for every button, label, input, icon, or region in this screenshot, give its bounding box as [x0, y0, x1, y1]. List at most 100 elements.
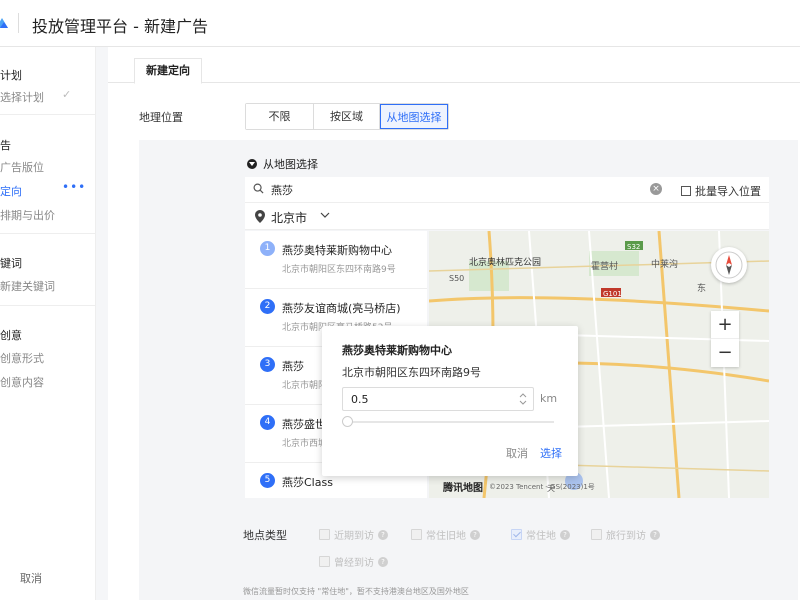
batch-import-label: 批量导入位置 — [695, 185, 761, 198]
map-copyright: ©2023 Tencent - GS(2023)1号 — [489, 482, 595, 491]
collapse-icon — [247, 159, 257, 169]
result-number: 2 — [260, 299, 275, 314]
map-footer: 腾讯地图 ©2023 Tencent - GS(2023)1号 — [443, 479, 595, 495]
city-selector[interactable]: 北京市 — [245, 203, 769, 230]
checkbox-box — [319, 529, 330, 540]
checkbox-old-residence[interactable]: 常住旧地 ? — [411, 527, 480, 542]
geo-option-by-region[interactable]: 按区域 — [314, 104, 380, 129]
checkbox-label: 旅行到访 — [606, 531, 646, 542]
logo-icon — [0, 18, 8, 28]
check-icon: ✓ — [62, 88, 72, 101]
location-type-note: 微信流量暂时仅支持 "常住地"，暂不支持港澳台地区及国外地区 — [243, 587, 469, 596]
zoom-control: + − — [711, 311, 739, 367]
geo-mode-selector: 不限 按区域 从地图选择 — [245, 103, 449, 130]
map-label-road-s32: S32 — [627, 243, 640, 251]
checkbox-residence[interactable]: 常住地 ? — [511, 527, 570, 542]
radius-slider-track[interactable] — [344, 421, 554, 423]
location-pin-icon — [255, 210, 265, 223]
checkbox-label: 常住旧地 — [426, 531, 466, 542]
batch-import-button[interactable]: 批量导入位置 — [681, 183, 761, 199]
sidebar-group-ad: 告 — [0, 139, 11, 152]
page-title: 投放管理平台 - 新建广告 — [32, 17, 208, 36]
sidebar-divider — [0, 305, 96, 306]
help-icon[interactable]: ? — [378, 556, 388, 567]
radius-value: 0.5 — [351, 393, 369, 406]
result-title: 燕莎 — [282, 360, 304, 373]
sidebar-item-schedule-bid[interactable]: 排期与出价 — [0, 207, 55, 223]
search-icon — [253, 183, 264, 194]
sidebar-group-creative: 创意 — [0, 329, 22, 342]
more-icon[interactable]: ••• — [62, 180, 86, 194]
result-number: 3 — [260, 357, 275, 372]
map-label-north: 中莱沟 — [651, 258, 678, 270]
map-label-road-g101: G101 — [603, 290, 622, 298]
help-icon[interactable]: ? — [470, 529, 480, 540]
map-label-village: 霍营村 — [591, 260, 618, 272]
popup-cancel-button[interactable]: 取消 — [506, 445, 528, 461]
help-icon[interactable]: ? — [650, 529, 660, 540]
sidebar-item-targeting[interactable]: 定向 — [0, 183, 22, 199]
sidebar-item-ad-placement[interactable]: 广告版位 — [0, 159, 44, 175]
list-item[interactable]: 1 燕莎奥特莱斯购物中心 北京市朝阳区东四环南路9号 — [245, 231, 427, 289]
location-search-input[interactable] — [271, 181, 621, 199]
stepper-icon[interactable] — [519, 391, 527, 407]
checkbox-label: 近期到访 — [334, 531, 374, 542]
sidebar-item-creative-format[interactable]: 创意形式 — [0, 350, 44, 366]
popup-title: 燕莎奥特莱斯购物中心 — [342, 344, 452, 357]
location-type-label: 地点类型 — [243, 529, 287, 542]
radius-popup: 燕莎奥特莱斯购物中心 北京市朝阳区东四环南路9号 0.5 km 取消 选择 — [322, 326, 578, 476]
checkbox-box — [591, 529, 602, 540]
checkbox-label: 曾经到访 — [334, 558, 374, 569]
clear-icon[interactable]: × — [650, 183, 662, 195]
result-number: 1 — [260, 241, 275, 256]
radius-slider-handle[interactable] — [342, 416, 353, 427]
sidebar-item-new-keyword[interactable]: 新建关键词 — [0, 278, 55, 294]
result-title: 燕莎Class — [282, 476, 333, 489]
map-label-east: 东 — [697, 282, 706, 294]
radius-input[interactable]: 0.5 — [342, 387, 534, 411]
sidebar-divider — [0, 114, 96, 115]
checkbox-box — [319, 556, 330, 567]
import-icon — [681, 186, 691, 196]
chevron-down-icon — [320, 212, 330, 218]
popup-address: 北京市朝阳区东四环南路9号 — [342, 366, 481, 379]
result-title: 燕莎奥特莱斯购物中心 — [282, 244, 392, 257]
zoom-out-icon[interactable]: − — [711, 339, 739, 367]
checkbox-recent-visit[interactable]: 近期到访 ? — [319, 527, 388, 542]
checkbox-travel-visit[interactable]: 旅行到访 ? — [591, 527, 660, 542]
tab-new-targeting[interactable]: 新建定向 — [134, 58, 202, 84]
geo-option-from-map[interactable]: 从地图选择 — [380, 104, 448, 129]
map-panel-title: 从地图选择 — [263, 158, 318, 171]
map-label-road-s50: S50 — [449, 274, 464, 283]
geo-option-unlimited[interactable]: 不限 — [246, 104, 314, 129]
sidebar-group-keywords: 键词 — [0, 257, 22, 270]
checkbox-past-visit[interactable]: 曾经到访 ? — [319, 554, 388, 569]
help-icon[interactable]: ? — [560, 529, 570, 540]
checkbox-box — [411, 529, 422, 540]
popup-select-button[interactable]: 选择 — [540, 445, 562, 461]
result-number: 4 — [260, 415, 275, 430]
result-address: 北京市朝阳区东四环南路9号 — [282, 265, 396, 275]
header-divider — [18, 13, 19, 33]
cancel-button[interactable]: 取消 — [20, 570, 42, 586]
compass-icon[interactable] — [711, 247, 747, 283]
zoom-in-icon[interactable]: + — [711, 311, 739, 339]
result-title: 燕莎友谊商城(亮马桥店) — [282, 302, 401, 315]
checkbox-box-checked — [511, 529, 522, 540]
sidebar-item-select-plan[interactable]: 选择计划 — [0, 89, 44, 105]
sidebar-item-creative-content[interactable]: 创意内容 — [0, 374, 44, 390]
map-label-park: 北京奥林匹克公园 — [469, 256, 541, 268]
help-icon[interactable]: ? — [378, 529, 388, 540]
step-sidebar: 计划 选择计划 ✓ 告 广告版位 定向 ••• 排期与出价 键词 新建关键词 创… — [0, 47, 96, 600]
geo-location-label: 地理位置 — [139, 111, 183, 124]
city-label: 北京市 — [271, 211, 308, 225]
map-panel-header[interactable]: 从地图选择 — [247, 156, 318, 172]
top-header: 投放管理平台 - 新建广告 — [0, 0, 800, 47]
search-bar: × 批量导入位置 — [245, 177, 769, 203]
radius-unit: km — [540, 392, 558, 405]
sidebar-divider — [0, 233, 96, 234]
main-content: 新建定向 地理位置 不限 按区域 从地图选择 从地图选择 × 批量导入位置 — [108, 47, 800, 600]
tencent-map-logo: 腾讯地图 — [443, 483, 483, 494]
tab-bar: 新建定向 — [108, 47, 800, 84]
sidebar-group-plan: 计划 — [0, 69, 22, 82]
